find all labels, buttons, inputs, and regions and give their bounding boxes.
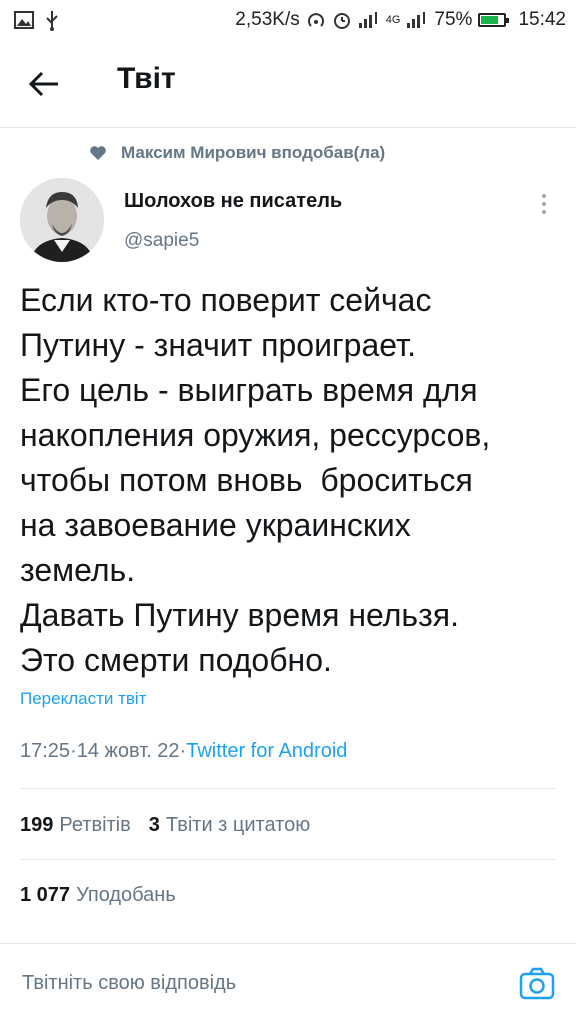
tweet-time: 17:25 [20, 740, 71, 762]
usb-icon [46, 11, 58, 31]
reply-input[interactable]: Твітніть свою відповідь [22, 972, 492, 995]
likes-label: Уподобань [76, 884, 176, 906]
signal-icon [407, 12, 426, 28]
arrow-left-icon [28, 71, 58, 97]
avatar-image [20, 178, 104, 262]
alarm-icon [333, 13, 350, 29]
battery-fill [481, 16, 498, 24]
camera-icon [519, 967, 555, 1000]
quotes-label: Твіти з цитатою [165, 814, 311, 836]
tweet-text: Если кто-то поверит сейчас Путину - знач… [20, 282, 491, 678]
hotspot-icon [307, 13, 324, 27]
battery-percent: 75% [434, 9, 473, 30]
camera-button[interactable] [518, 966, 556, 1002]
divider [20, 788, 556, 789]
heart-icon [90, 146, 106, 160]
top-app-bar: Твіт [0, 40, 576, 128]
quotes-count: 3 [148, 814, 160, 836]
likes-count: 1 077 [20, 884, 71, 906]
status-bar-left [14, 9, 60, 31]
more-options-button[interactable] [534, 190, 554, 218]
meta-separator: · [70, 740, 77, 762]
page-title: Твіт [117, 62, 176, 95]
social-context-text: Максим Мирович вподобав(ла) [121, 143, 386, 162]
image-icon [14, 11, 34, 29]
more-vertical-icon [542, 194, 546, 214]
divider [20, 859, 556, 860]
battery-icon [478, 13, 510, 27]
clock: 15:42 [518, 9, 566, 30]
status-bar: 2,53K/s 4G 75% 15:42 [0, 0, 576, 40]
retweets-count: 199 [20, 814, 54, 836]
retweets-label: Ретвітів [59, 814, 131, 836]
network-type: 4G [385, 14, 401, 26]
back-button[interactable] [22, 64, 66, 104]
tweet-source-link[interactable]: Twitter for Android [186, 740, 347, 763]
social-context: Максим Мирович вподобав(ла) [89, 143, 385, 163]
author-handle[interactable]: @sapie5 [124, 230, 199, 252]
tweet-stats-row: 199 Ретвітів 3 Твіти з цитатою [20, 814, 310, 837]
reply-bar: Твітніть свою відповідь [0, 943, 576, 1024]
tweet-likes-row: 1 077 Уподобань [20, 884, 176, 907]
likes-stat[interactable]: 1 077 Уподобань [20, 884, 176, 907]
tweet-date: 14 жовт. 22 [76, 740, 180, 762]
meta-separator: · [179, 740, 187, 762]
status-bar-right: 2,53K/s 4G 75% 15:42 [235, 9, 566, 31]
avatar[interactable] [20, 178, 104, 262]
translate-tweet-link[interactable]: Перекласти твіт [20, 689, 146, 709]
quotes-stat[interactable]: 3 Твіти з цитатою [149, 814, 310, 837]
tweet-meta: 17:25 · 14 жовт. 22 · Twitter for Androi… [20, 740, 347, 763]
author-name[interactable]: Шолохов не писатель [124, 190, 342, 213]
network-speed: 2,53K/s [235, 9, 300, 30]
retweets-stat[interactable]: 199 Ретвітів [20, 814, 131, 837]
signal-icon [358, 12, 377, 28]
